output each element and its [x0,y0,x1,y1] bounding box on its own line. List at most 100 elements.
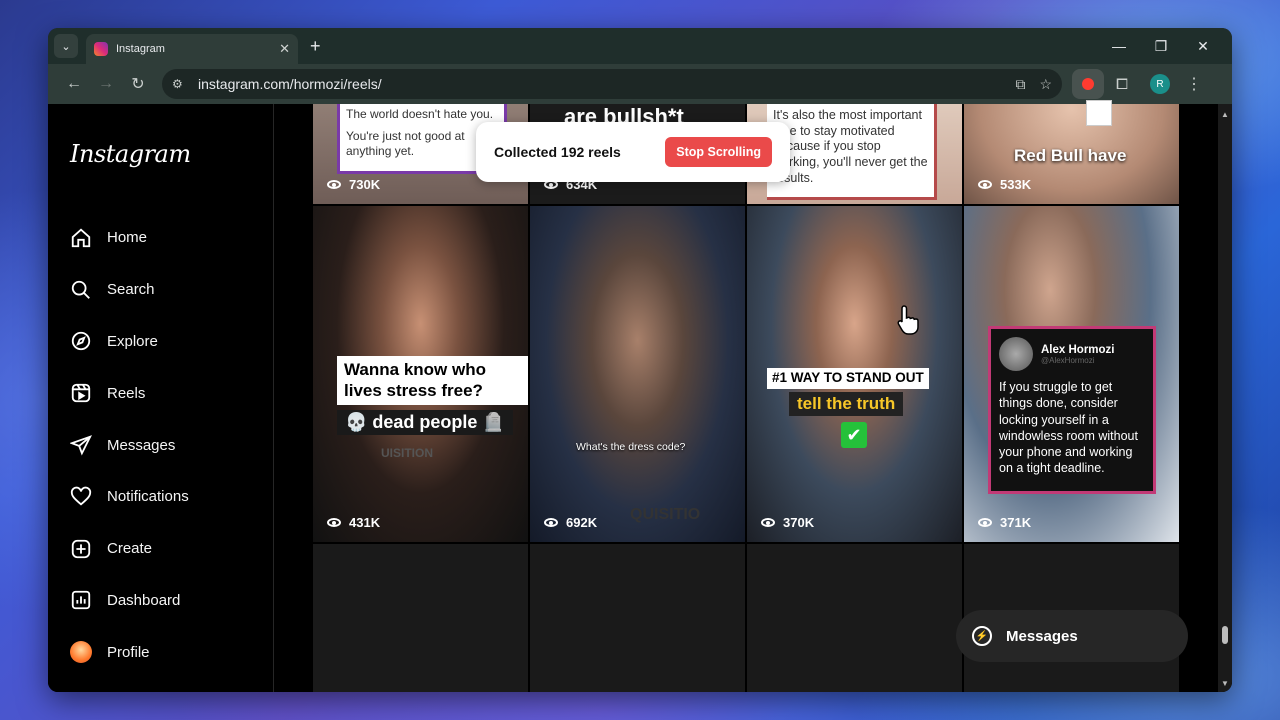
back-button[interactable]: ← [58,75,90,93]
stop-scrolling-button[interactable]: Stop Scrolling [665,137,772,167]
reload-button[interactable]: ↻ [122,74,154,94]
site-info-icon[interactable]: ⚙ [172,77,192,91]
reel-caption: Wanna know who lives stress free? [337,356,528,405]
hand-cursor-icon [897,305,919,335]
maximize-button[interactable]: ❐ [1140,38,1182,55]
reel-caption: #1 WAY TO STAND OUT [767,368,929,389]
view-count: 730K [327,177,380,192]
sidebar-item-label: Messages [107,436,176,454]
tweet-header: Alex Hormozi @AlexHormozi [999,337,1145,371]
bookmark-star-icon[interactable]: ☆ [1039,76,1052,93]
browser-toolbar: ← → ↻ ⚙ instagram.com/hormozi/reels/ ⧉ ☆… [48,64,1232,104]
reel-tile[interactable]: Wanna know who lives stress free? 💀 dead… [313,206,528,542]
sidebar-item-explore[interactable]: Explore [68,316,189,368]
sidebar-item-label: Dashboard [107,591,181,609]
page-viewport: Instagram Home Search Explore Reels Mess… [48,104,1232,692]
sidebar-item-dashboard[interactable]: Dashboard [68,575,189,627]
scroll-up-arrow-icon[interactable]: ▲ [1221,110,1229,119]
sidebar-item-label: Home [107,229,148,247]
recorder-extension-button[interactable] [1072,69,1104,99]
sidebar-item-more[interactable]: M [68,678,189,692]
sidebar-item-notifications[interactable]: Notifications [68,471,189,523]
reel-caption: What's the dress code? [576,441,686,453]
reel-caption: tell the truth [789,392,904,416]
browser-window: ⌄ Instagram ✕ + — ❐ ✕ ← → ↻ ⚙ instagram.… [48,28,1232,692]
view-count: 371K [978,515,1031,530]
new-tab-button[interactable]: + [310,36,321,57]
window-controls: — ❐ ✕ [1098,28,1224,64]
extensions-area: ⧠ R ⋮ [1072,69,1202,99]
sidebar-item-label: Explore [107,332,158,350]
extensions-puzzle-icon[interactable]: ⧠ [1116,76,1128,93]
reel-tile[interactable]: Alex Hormozi @AlexHormozi If you struggl… [964,206,1179,542]
reel-tile-placeholder[interactable] [747,544,962,692]
shirt-text: QUISITIO [630,506,701,523]
messages-icon [68,432,94,458]
reel-tile-placeholder[interactable] [530,544,745,692]
eye-icon [327,518,341,527]
collected-count-text: Collected 192 reels [494,144,621,160]
home-icon [68,225,94,251]
plus-square-icon [68,536,94,562]
sidebar-item-messages[interactable]: Messages [68,419,189,471]
messenger-icon: ⚡ [972,626,992,646]
reel-caption: Red Bull have [1014,146,1127,165]
eye-icon [761,518,775,527]
record-dot-icon [1082,78,1094,90]
page-scrollbar[interactable]: ▲ ▼ [1218,104,1232,692]
sidebar-item-home[interactable]: Home [68,212,189,264]
sidebar-item-create[interactable]: Create [68,523,189,575]
view-count: 692K [544,515,597,530]
install-app-icon[interactable]: ⧉ [1015,76,1025,93]
sidebar-item-label: Reels [107,384,146,402]
reel-tile[interactable]: #1 WAY TO STAND OUT tell the truth ✔ 370… [747,206,962,542]
forward-button[interactable]: → [90,75,122,93]
scroll-down-arrow-icon[interactable]: ▼ [1221,679,1229,688]
dashboard-icon [68,587,94,613]
checkmark-icon: ✔ [841,422,867,448]
messages-label: Messages [1006,627,1078,645]
reels-icon [68,380,94,406]
messages-floating-button[interactable]: ⚡ Messages [956,610,1188,662]
heart-icon [68,484,94,510]
sidebar-item-profile[interactable]: Profile [68,626,189,678]
url-text: instagram.com/hormozi/reels/ [198,76,382,92]
instagram-logo[interactable]: Instagram [70,140,191,168]
sidebar-item-search[interactable]: Search [68,264,189,316]
tweet-handle: @AlexHormozi [1041,355,1095,365]
reel-tile[interactable]: Red Bull have 533K [964,104,1179,204]
tab-search-button[interactable]: ⌄ [54,34,78,58]
address-bar[interactable]: ⚙ instagram.com/hormozi/reels/ ⧉ ☆ [162,69,1062,99]
sidebar-nav: Home Search Explore Reels Messages Notif… [68,212,189,692]
tweet-card: Alex Hormozi @AlexHormozi If you struggl… [988,326,1156,494]
browser-profile-avatar[interactable]: R [1150,74,1171,94]
eye-icon [544,518,558,527]
eye-icon [978,180,992,189]
explore-icon [68,328,94,354]
close-window-button[interactable]: ✕ [1182,38,1224,55]
browser-menu-icon[interactable]: ⋮ [1186,74,1202,94]
view-count: 533K [978,177,1031,192]
sidebar-item-reels[interactable]: Reels [68,367,189,419]
tweet-name: Alex Hormozi [1041,343,1115,356]
menu-icon [68,691,94,692]
scroll-thumb[interactable] [1222,626,1228,644]
reel-tile[interactable]: What's the dress code? QUISITIO 692K [530,206,745,542]
quote-card: It's also the most important time to sta… [767,104,937,200]
tab-instagram[interactable]: Instagram ✕ [86,34,298,64]
reel-caption: 💀 dead people 🪦 [337,410,513,435]
close-tab-icon[interactable]: ✕ [279,41,290,57]
eye-icon [327,180,341,189]
reel-tile-placeholder[interactable] [313,544,528,692]
tweet-body: If you struggle to get things done, cons… [999,380,1138,476]
reels-grid: The world doesn't hate you. You're just … [313,104,1179,692]
tweet-avatar [999,337,1033,371]
tab-bar: ⌄ Instagram ✕ + — ❐ ✕ [48,28,1232,64]
sidebar-item-label: Notifications [107,488,189,506]
profile-avatar [68,639,94,665]
quote-line: The world doesn't hate you. [346,107,494,121]
tab-title: Instagram [116,43,165,55]
minimize-button[interactable]: — [1098,38,1140,54]
extension-popup-square [1086,100,1112,126]
sidebar-item-label: Profile [107,643,150,661]
